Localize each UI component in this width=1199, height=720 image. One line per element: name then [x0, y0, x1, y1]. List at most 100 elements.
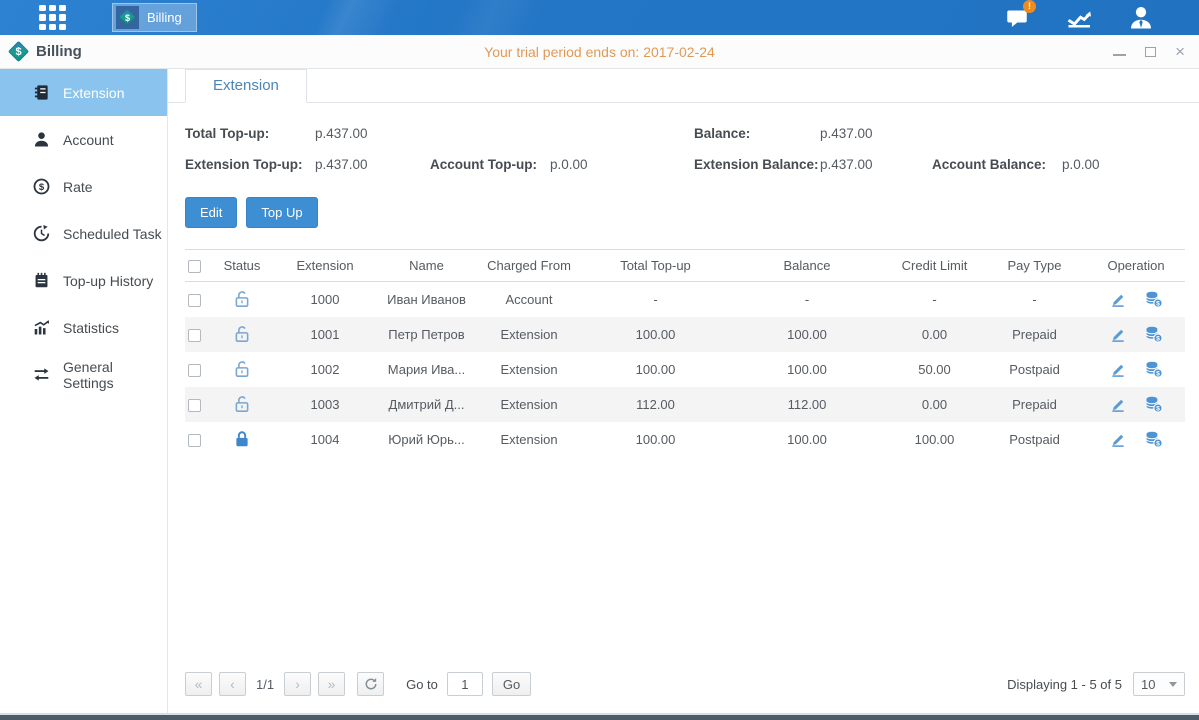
top-up-button[interactable]: Top Up — [246, 197, 317, 228]
column-operation: Operation — [1087, 250, 1185, 282]
svg-text:$: $ — [1156, 371, 1160, 378]
sidebar: Extension Account $ Rate — [0, 69, 168, 713]
cell-extension: 1002 — [271, 352, 379, 387]
sidebar-item-label: Statistics — [63, 320, 119, 336]
sidebar-item-general-settings[interactable]: General Settings — [0, 351, 167, 398]
sidebar-item-label: Extension — [63, 85, 124, 101]
previous-page-button[interactable]: ‹ — [219, 672, 246, 696]
cell-balance: - — [727, 282, 887, 317]
top-up-row-icon[interactable]: $ — [1144, 325, 1163, 343]
row-checkbox[interactable] — [188, 399, 201, 412]
extension-balance-value: p.437.00 — [820, 157, 932, 172]
row-checkbox[interactable] — [188, 294, 201, 307]
top-up-row-icon[interactable]: $ — [1144, 430, 1163, 448]
general-settings-icon — [33, 366, 50, 383]
sidebar-item-extension[interactable]: Extension — [0, 69, 167, 116]
refresh-button[interactable] — [357, 672, 384, 696]
cell-name: Мария Ива... — [379, 352, 474, 387]
refresh-icon — [364, 677, 378, 691]
column-name: Name — [379, 250, 474, 282]
billing-app-window: Billing ! — [0, 0, 1199, 720]
cell-charged-from: Extension — [474, 422, 584, 457]
cell-credit-limit: 0.00 — [887, 387, 982, 422]
tab-strip: Extension — [168, 69, 1199, 103]
resource-monitor-button[interactable] — [1063, 5, 1095, 31]
person-icon — [1128, 5, 1154, 30]
user-account-button[interactable] — [1125, 5, 1157, 31]
edit-row-icon[interactable] — [1109, 430, 1127, 448]
taskbar-tab-label: Billing — [147, 10, 182, 25]
cell-extension: 1004 — [271, 422, 379, 457]
go-button[interactable]: Go — [492, 672, 531, 696]
extension-icon — [33, 84, 50, 101]
cell-credit-limit: 0.00 — [887, 317, 982, 352]
last-page-button[interactable]: » — [318, 672, 345, 696]
svg-text:$: $ — [1156, 441, 1160, 448]
sidebar-item-topup-history[interactable]: Top-up History — [0, 257, 167, 304]
scheduled-task-icon — [33, 225, 50, 242]
app-launcher-button[interactable] — [34, 4, 70, 32]
cell-credit-limit: - — [887, 282, 982, 317]
rate-icon: $ — [33, 178, 50, 195]
top-up-row-icon[interactable]: $ — [1144, 290, 1163, 308]
column-charged-from: Charged From — [474, 250, 584, 282]
sidebar-item-scheduled-task[interactable]: Scheduled Task — [0, 210, 167, 257]
cell-pay-type: Postpaid — [982, 352, 1087, 387]
row-checkbox[interactable] — [188, 329, 201, 342]
window-controls: × — [1113, 45, 1185, 59]
main-panel: Extension Total Top-up: p.437.00 Balance… — [168, 69, 1199, 713]
extension-balance-label: Extension Balance: — [694, 157, 820, 172]
sidebar-item-label: Rate — [63, 179, 93, 195]
topup-history-icon — [33, 272, 50, 289]
account-balance-value: p.0.00 — [1062, 157, 1100, 172]
cell-total-topup: 100.00 — [584, 352, 727, 387]
pagination-bar: « ‹ 1/1 › » Go to Go Display — [185, 667, 1185, 713]
status-lock-icon — [233, 326, 251, 341]
total-topup-label: Total Top-up: — [185, 126, 315, 141]
taskbar-tray: ! — [1001, 5, 1157, 31]
sidebar-item-rate[interactable]: $ Rate — [0, 163, 167, 210]
row-checkbox[interactable] — [188, 364, 201, 377]
maximize-button[interactable] — [1145, 45, 1156, 59]
trial-notice: Your trial period ends on: 2017-02-24 — [484, 44, 715, 60]
cell-extension: 1000 — [271, 282, 379, 317]
cell-name: Петр Петров — [379, 317, 474, 352]
goto-label: Go to — [406, 677, 438, 692]
billing-diamond-icon — [119, 9, 136, 26]
svg-text:$: $ — [1156, 406, 1160, 413]
close-button[interactable]: × — [1175, 45, 1185, 59]
account-topup-value: p.0.00 — [550, 157, 588, 172]
cell-balance: 100.00 — [727, 422, 887, 457]
cell-balance: 100.00 — [727, 317, 887, 352]
column-extension: Extension — [271, 250, 379, 282]
page-size-select[interactable]: 10 — [1133, 672, 1185, 696]
balance-summary: Total Top-up: p.437.00 Balance: p.437.00… — [185, 118, 1185, 180]
sidebar-item-statistics[interactable]: Statistics — [0, 304, 167, 351]
edit-row-icon[interactable] — [1109, 325, 1127, 343]
edit-button[interactable]: Edit — [185, 197, 237, 228]
edit-row-icon[interactable] — [1109, 360, 1127, 378]
balance-value: p.437.00 — [820, 126, 873, 141]
displaying-text: Displaying 1 - 5 of 5 — [1007, 677, 1122, 692]
statistics-icon — [33, 319, 50, 336]
edit-row-icon[interactable] — [1109, 395, 1127, 413]
first-page-button[interactable]: « — [185, 672, 212, 696]
row-checkbox[interactable] — [188, 434, 201, 447]
svg-text:$: $ — [39, 182, 45, 193]
cell-total-topup: 112.00 — [584, 387, 727, 422]
status-lock-icon — [233, 291, 251, 306]
table-row: 1000 Иван Иванов Account - - - - $ — [185, 282, 1185, 317]
next-page-button[interactable]: › — [284, 672, 311, 696]
sidebar-item-account[interactable]: Account — [0, 116, 167, 163]
top-up-row-icon[interactable]: $ — [1144, 395, 1163, 413]
taskbar-billing-tab[interactable]: Billing — [112, 3, 197, 32]
goto-page-input[interactable] — [447, 672, 483, 696]
table-row: 1002 Мария Ива... Extension 100.00 100.0… — [185, 352, 1185, 387]
select-all-checkbox[interactable] — [188, 260, 201, 273]
minimize-button[interactable] — [1113, 45, 1126, 59]
edit-row-icon[interactable] — [1109, 290, 1127, 308]
top-up-row-icon[interactable]: $ — [1144, 360, 1163, 378]
status-lock-icon — [233, 396, 251, 411]
notifications-button[interactable]: ! — [1001, 5, 1033, 31]
tab-extension[interactable]: Extension — [185, 69, 307, 103]
